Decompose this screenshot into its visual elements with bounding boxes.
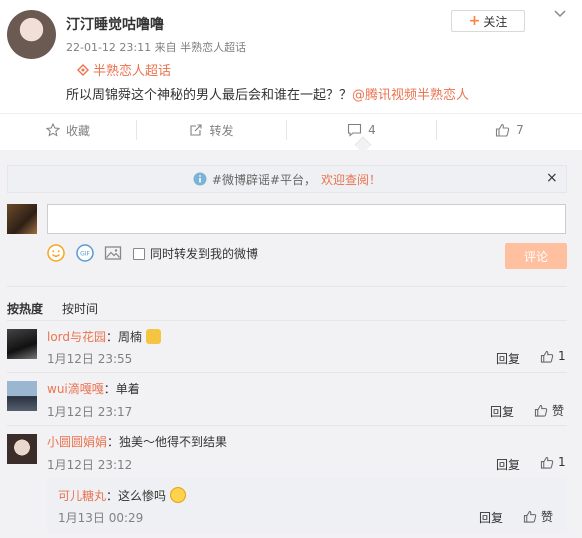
repost-label: 转发 bbox=[209, 123, 234, 138]
mention-link[interactable]: @腾讯视频半熟恋人 bbox=[352, 88, 469, 103]
comment-input[interactable] bbox=[47, 204, 566, 234]
checkbox-box[interactable] bbox=[133, 247, 145, 260]
divider bbox=[7, 286, 567, 287]
author-avatar[interactable] bbox=[7, 10, 56, 59]
comment-time: 1月12日 23:12 bbox=[47, 458, 133, 472]
sort-by-hot-tab[interactable]: 按热度 bbox=[7, 300, 43, 317]
thumbs-up-icon bbox=[523, 510, 537, 523]
divider bbox=[7, 425, 567, 426]
post-text: 所以周锦舜这个神秘的男人最后会和谁在一起？？ bbox=[66, 88, 353, 103]
repost-icon bbox=[190, 124, 203, 136]
notice-link[interactable]: 欢迎查阅！ bbox=[321, 171, 381, 188]
comment-like-button[interactable]: 1 bbox=[540, 455, 566, 469]
reply-button[interactable]: 回复 bbox=[496, 350, 520, 367]
rumor-notice-bar: #微博辟谣#平台， 欢迎查阅！ bbox=[7, 165, 567, 193]
comment-like-button[interactable]: 赞 bbox=[534, 402, 564, 419]
thumbs-up-icon bbox=[540, 456, 554, 469]
comment-like-button[interactable]: 赞 bbox=[523, 508, 553, 525]
sub-comment-body: 可儿糖丸：这么惨吗 bbox=[58, 487, 186, 504]
follow-button[interactable]: + 关注 bbox=[451, 10, 525, 32]
sort-by-time-tab[interactable]: 按时间 bbox=[62, 300, 98, 317]
follow-label: 关注 bbox=[483, 14, 508, 29]
post-content: 所以周锦舜这个神秘的男人最后会和谁在一起？？@腾讯视频半熟恋人 bbox=[66, 84, 469, 103]
like-button[interactable]: 7 bbox=[437, 114, 582, 146]
comment-like-count: 1 bbox=[558, 455, 566, 469]
supertopic-label: 半熟恋人超话 bbox=[93, 64, 172, 79]
comment-like-count: 赞 bbox=[541, 510, 554, 524]
comment-avatar[interactable] bbox=[7, 381, 37, 411]
thumbs-up-icon bbox=[534, 404, 548, 417]
thumbs-up-icon bbox=[496, 123, 510, 137]
comment-like-count: 1 bbox=[558, 349, 566, 363]
comment-time: 1月12日 23:17 bbox=[47, 405, 133, 419]
my-avatar bbox=[7, 204, 37, 234]
comment-avatar[interactable] bbox=[7, 329, 37, 359]
comment-author[interactable]: wui滴嘎嘎 bbox=[47, 382, 104, 396]
reply-button[interactable]: 回复 bbox=[490, 403, 514, 420]
comment-text: ：单着 bbox=[103, 382, 140, 396]
comment-like-count: 赞 bbox=[552, 404, 565, 418]
reply-button[interactable]: 回复 bbox=[496, 456, 520, 473]
comment-body: wui滴嘎嘎：单着 bbox=[47, 380, 140, 397]
author-name[interactable]: 汀汀睡觉咕噜噜 bbox=[66, 14, 164, 34]
comment-like-button[interactable]: 1 bbox=[540, 349, 566, 363]
repost-button[interactable]: 转发 bbox=[137, 114, 286, 146]
comment-author[interactable]: 小圆圆娟娟 bbox=[47, 435, 107, 449]
emoji-icon[interactable] bbox=[47, 244, 65, 262]
comment-time: 1月12日 23:55 bbox=[47, 352, 133, 366]
supertopic-icon bbox=[77, 63, 89, 76]
comment-body: lord与花园：周楠 bbox=[47, 328, 161, 345]
comment-avatar[interactable] bbox=[7, 434, 37, 464]
favorite-label: 收藏 bbox=[65, 123, 90, 138]
comment-text: ：这么惨吗 bbox=[106, 489, 167, 503]
comment-time: 1月13日 00:29 bbox=[58, 511, 144, 525]
comment-text: ：周楠 bbox=[106, 330, 143, 344]
submit-comment-button[interactable]: 评论 bbox=[505, 243, 567, 269]
comment-count: 4 bbox=[368, 123, 376, 137]
chevron-down-icon[interactable] bbox=[553, 6, 567, 20]
divider bbox=[7, 320, 567, 321]
svg-text:GIF: GIF bbox=[80, 251, 90, 258]
info-icon bbox=[193, 172, 207, 186]
image-icon[interactable] bbox=[104, 244, 122, 262]
notice-text: #微博辟谣#平台， bbox=[211, 172, 317, 187]
crying-laugh-emoji-icon bbox=[169, 487, 186, 503]
supertopic-tag[interactable]: 半熟恋人超话 bbox=[77, 60, 171, 79]
comment-author[interactable]: lord与花园 bbox=[47, 330, 106, 344]
repost-checkbox[interactable]: 同时转发到我的微博 bbox=[133, 245, 258, 262]
gif-icon[interactable]: GIF bbox=[76, 244, 94, 262]
like-count: 7 bbox=[516, 123, 524, 137]
plus-icon: + bbox=[468, 13, 481, 29]
close-icon[interactable]: × bbox=[546, 170, 558, 186]
reply-button[interactable]: 回复 bbox=[479, 509, 503, 526]
comment-author[interactable]: 可儿糖丸 bbox=[58, 489, 106, 503]
comment-body: 小圆圆娟娟：独美～他得不到结果 bbox=[47, 433, 227, 450]
star-icon bbox=[45, 123, 60, 137]
divider bbox=[7, 372, 567, 373]
repost-check-label: 同时转发到我的微博 bbox=[150, 247, 259, 261]
comment-text: ：独美～他得不到结果 bbox=[107, 435, 228, 449]
cat-emoji-icon bbox=[145, 329, 161, 344]
comment-icon bbox=[348, 123, 362, 137]
thumbs-up-icon bbox=[540, 350, 554, 363]
favorite-button[interactable]: 收藏 bbox=[0, 114, 136, 146]
post-meta: 22-01-12 23:11 来自 半熟恋人超话 bbox=[66, 41, 247, 54]
